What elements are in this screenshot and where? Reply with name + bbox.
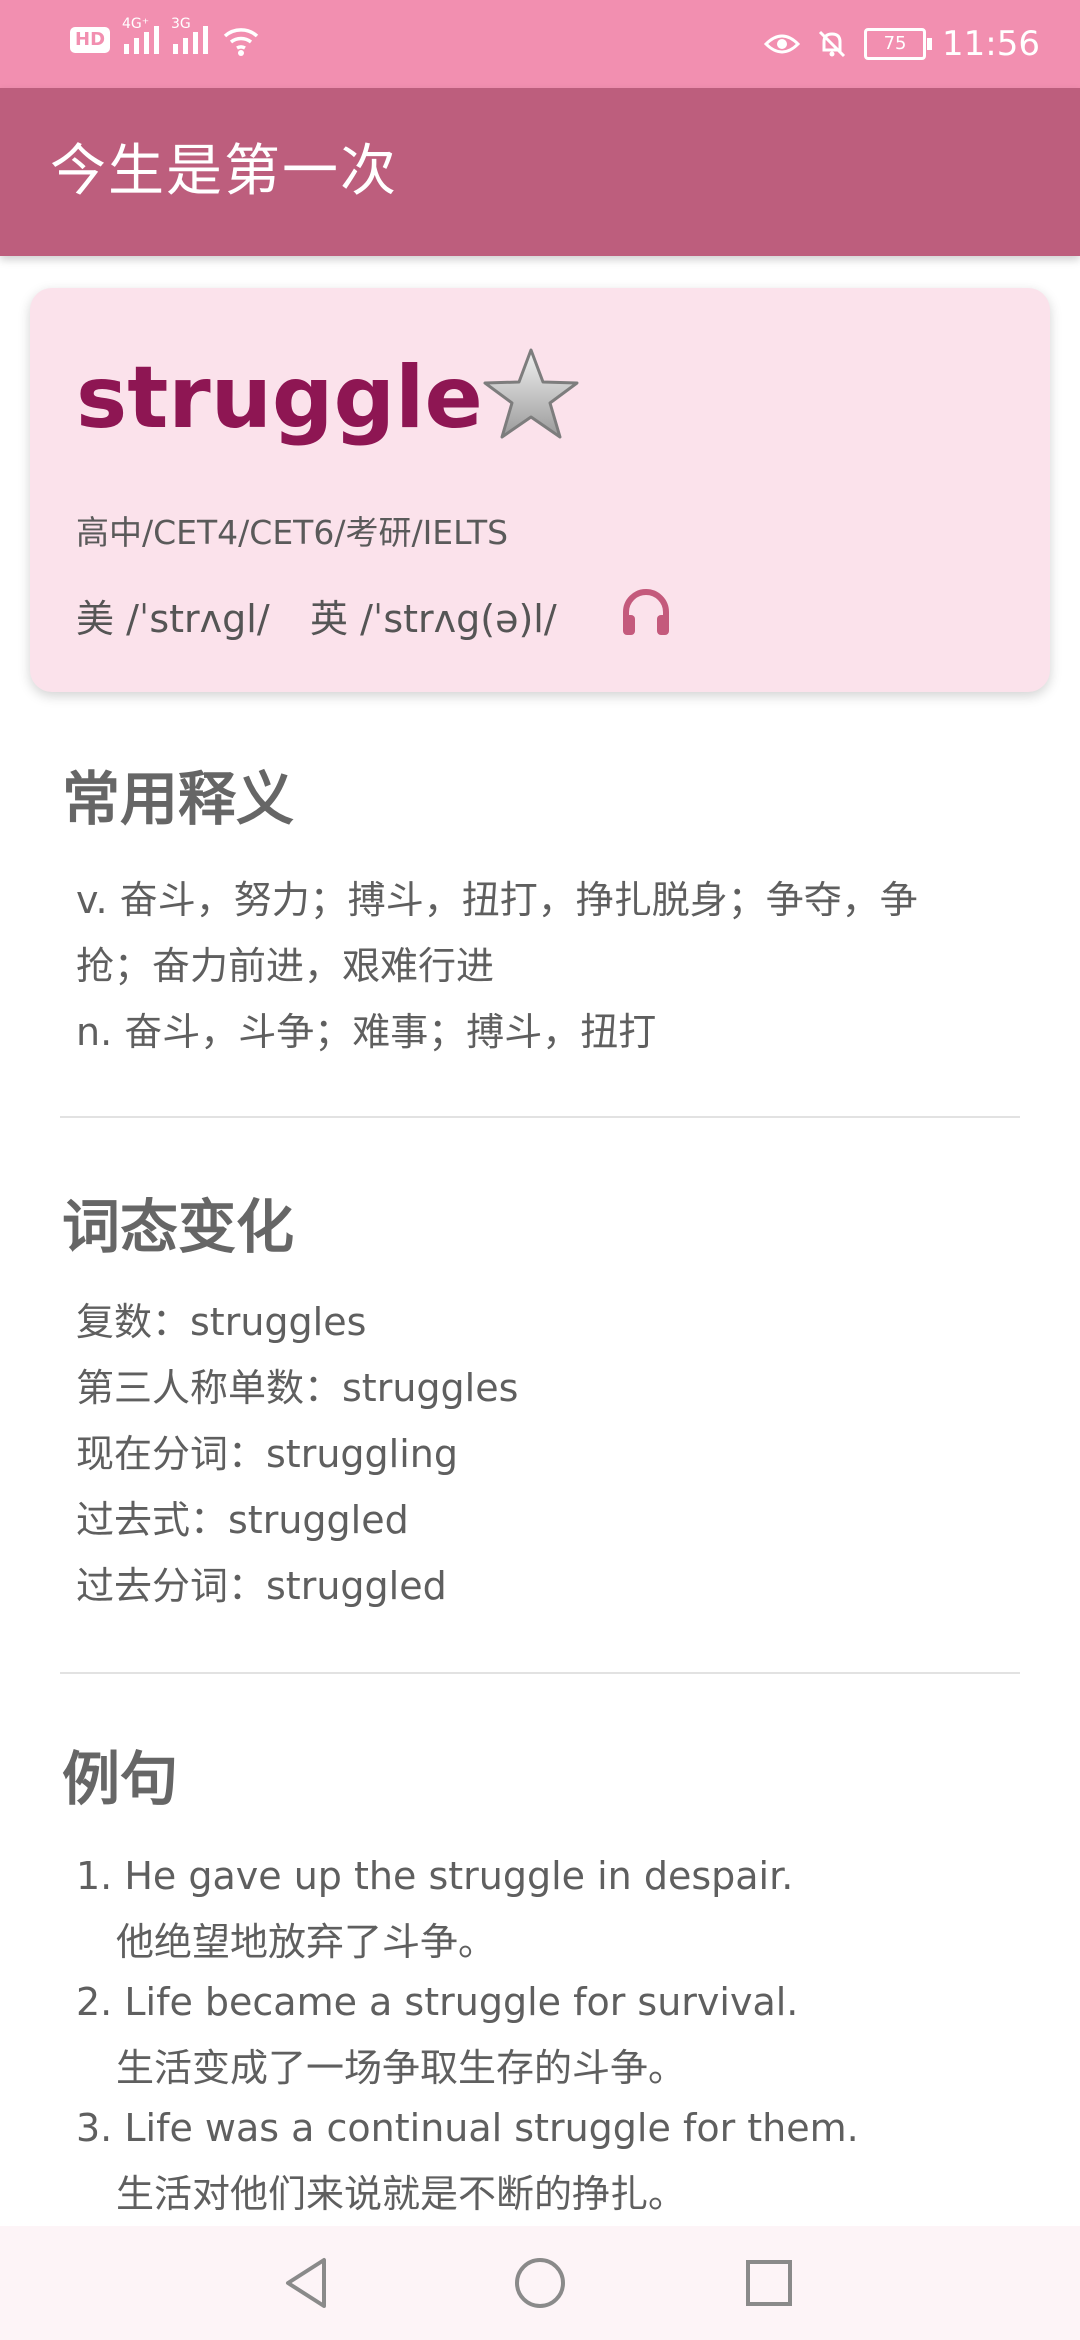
signal-icon: 4G⁺ (122, 16, 160, 54)
network-label-1: 4G⁺ (122, 16, 150, 32)
example-en: 3. Life was a continual struggle for the… (76, 2106, 859, 2150)
signal-icon-2: 3G (171, 16, 209, 54)
headword: struggle (76, 348, 483, 448)
definition-line: v. 奋斗，努力；搏斗，扭打，挣扎脱身；争夺，争 (76, 878, 918, 922)
eye-icon (764, 34, 801, 54)
status-right: 75 11:56 (764, 22, 1040, 66)
star-icon[interactable] (478, 342, 584, 448)
recents-square-icon[interactable] (734, 2248, 804, 2318)
battery-level: 75 (883, 33, 907, 54)
inflection-item: 过去式：struggled (76, 1498, 409, 1542)
system-nav-bar (0, 2226, 1080, 2340)
definition-line: n. 奋斗，斗争；难事；搏斗，扭打 (76, 1010, 657, 1054)
inflection-item: 现在分词：struggling (76, 1432, 458, 1476)
network-label-2: 3G (171, 16, 191, 32)
mute-bell-icon (818, 30, 846, 58)
wifi-icon (223, 28, 259, 56)
example-zh: 他绝望地放弃了斗争。 (116, 1920, 497, 1964)
battery-icon: 75 (864, 28, 933, 60)
back-triangle-icon[interactable] (274, 2248, 344, 2318)
clock: 11:56 (942, 24, 1040, 64)
phonetic-us: 美 /ˈstrʌgl/ (76, 597, 270, 641)
inflections-title: 词态变化 (62, 1193, 295, 1261)
app-bar: 今生是第一次 (0, 88, 1080, 256)
example-en: 1. He gave up the struggle in despair. (76, 1854, 794, 1898)
examples-title: 例句 (62, 1745, 179, 1813)
app-title: 今生是第一次 (50, 139, 398, 204)
divider (60, 1672, 1020, 1674)
exam-levels: 高中/CET4/CET6/考研/IELTS (76, 513, 509, 552)
divider (60, 1116, 1020, 1118)
definition-line: 抢；奋力前进，艰难行进 (76, 944, 495, 988)
example-zh: 生活变成了一场争取生存的斗争。 (116, 2046, 687, 2090)
status-bar: HD 4G⁺ 3G 75 11:56 (0, 0, 1080, 88)
inflection-item: 过去分词：struggled (76, 1564, 447, 1608)
hd-badge: HD (70, 27, 111, 53)
home-circle-icon[interactable] (505, 2248, 575, 2318)
phonetic-uk: 英 /ˈstrʌg(ə)l/ (310, 597, 557, 641)
inflection-item: 复数：struggles (76, 1300, 367, 1344)
example-en: 2. Life became a struggle for survival. (76, 1980, 799, 2024)
inflection-item: 第三人称单数：struggles (76, 1366, 519, 1410)
status-left: HD 4G⁺ 3G (70, 16, 260, 56)
headphones-icon[interactable] (618, 584, 674, 640)
example-zh: 生活对他们来说就是不断的挣扎。 (116, 2172, 687, 2216)
definitions-title: 常用释义 (62, 765, 295, 833)
word-card: struggle 高中/CET4/CET6/考研/IELTS 美 /ˈstrʌg… (30, 288, 1050, 692)
